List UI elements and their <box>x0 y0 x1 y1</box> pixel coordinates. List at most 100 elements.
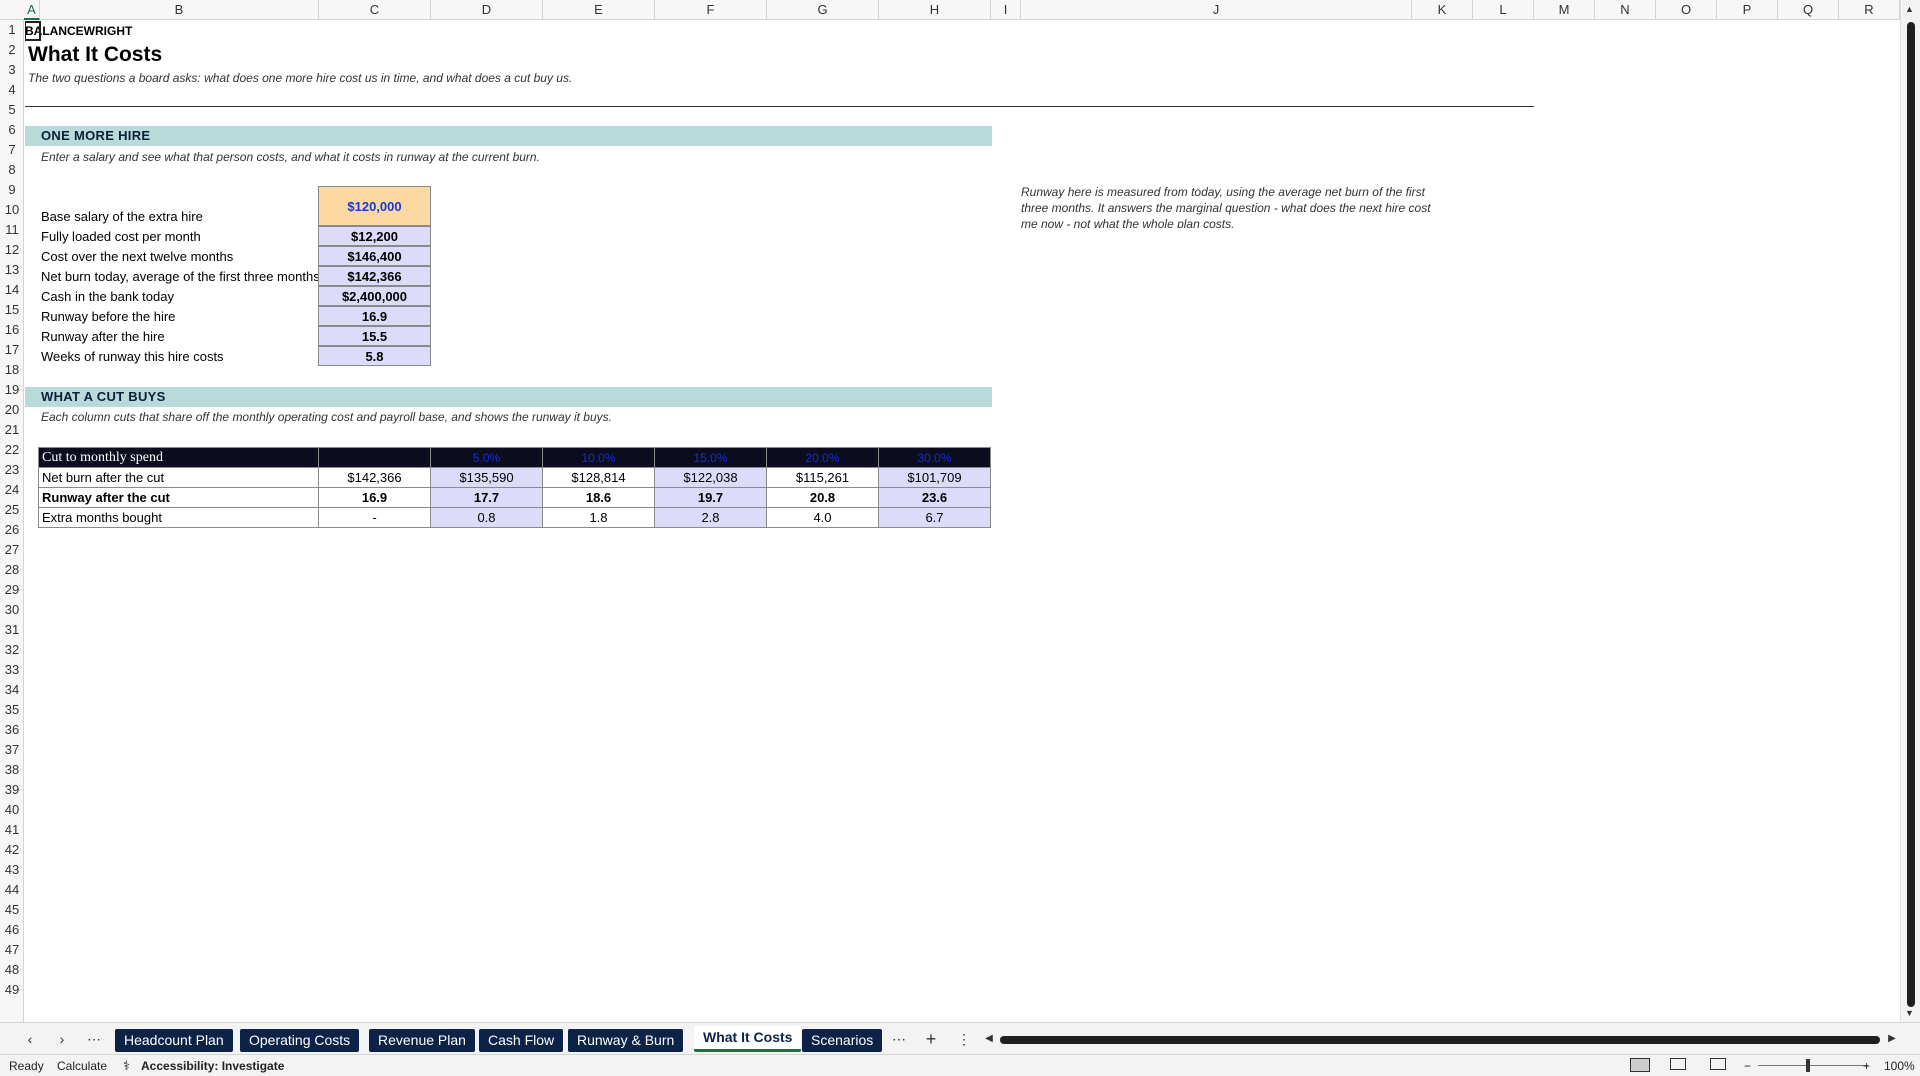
cut-header-base[interactable] <box>318 447 431 468</box>
row-header[interactable]: 23 <box>0 460 23 480</box>
column-header[interactable]: M <box>1534 0 1595 20</box>
horizontal-scroll-thumb[interactable] <box>1000 1036 1880 1044</box>
status-calculate[interactable]: Calculate <box>57 1058 107 1074</box>
row-header[interactable]: 5 <box>0 100 23 120</box>
cut-base[interactable]: - <box>318 507 431 528</box>
zoom-level[interactable]: 100% <box>1884 1058 1915 1074</box>
scroll-down-icon[interactable]: ▼ <box>1905 1008 1914 1018</box>
column-header[interactable]: J <box>1021 0 1412 20</box>
tab-operating-costs[interactable]: Operating Costs <box>240 1029 360 1052</box>
cut-value[interactable]: 4.0 <box>766 507 879 528</box>
row-header[interactable]: 29 <box>0 580 23 600</box>
page-break-icon[interactable] <box>1710 1058 1726 1070</box>
all-sheets-icon[interactable]: ⋯ <box>889 1029 909 1049</box>
row-header[interactable]: 41 <box>0 820 23 840</box>
column-header[interactable]: C <box>319 0 431 20</box>
column-header[interactable]: I <box>991 0 1021 20</box>
hire-value[interactable]: 15.5 <box>318 326 431 346</box>
row-header[interactable]: 22 <box>0 440 23 460</box>
cut-value[interactable]: $122,038 <box>654 467 767 488</box>
row-header[interactable]: 20 <box>0 400 23 420</box>
horizontal-scrollbar[interactable] <box>1000 1036 1880 1044</box>
column-header[interactable]: E <box>543 0 655 20</box>
row-header[interactable]: 8 <box>0 160 23 180</box>
row-header[interactable]: 38 <box>0 760 23 780</box>
cut-value[interactable]: $135,590 <box>430 467 543 488</box>
normal-view-icon[interactable] <box>1630 1058 1650 1072</box>
row-header[interactable]: 2 <box>0 40 23 60</box>
row-header[interactable]: 24 <box>0 480 23 500</box>
row-header[interactable]: 48 <box>0 960 23 980</box>
zoom-in-icon[interactable]: + <box>1863 1058 1870 1074</box>
row-header[interactable]: 27 <box>0 540 23 560</box>
column-header[interactable]: F <box>655 0 767 20</box>
row-header[interactable]: 49 <box>0 980 23 1000</box>
cut-base[interactable]: $142,366 <box>318 467 431 488</box>
row-header[interactable]: 12 <box>0 240 23 260</box>
row-header[interactable]: 43 <box>0 860 23 880</box>
row-header[interactable]: 26 <box>0 520 23 540</box>
cut-value[interactable]: 18.6 <box>542 487 655 508</box>
column-header[interactable]: K <box>1412 0 1473 20</box>
tab-scenarios[interactable]: Scenarios <box>802 1029 883 1052</box>
accessibility-status[interactable]: Accessibility: Investigate <box>141 1058 284 1074</box>
vertical-scroll-thumb[interactable] <box>1907 22 1915 1007</box>
row-header[interactable]: 30 <box>0 600 23 620</box>
cut-value[interactable]: $101,709 <box>878 467 991 488</box>
row-header[interactable]: 46 <box>0 920 23 940</box>
column-header[interactable]: O <box>1656 0 1717 20</box>
cut-pct[interactable]: 30.0% <box>878 447 991 468</box>
column-header[interactable]: Q <box>1778 0 1839 20</box>
cut-value[interactable]: $115,261 <box>766 467 879 488</box>
tab-cash-flow[interactable]: Cash Flow <box>479 1029 564 1052</box>
row-header[interactable]: 47 <box>0 940 23 960</box>
row-header[interactable]: 34 <box>0 680 23 700</box>
row-header[interactable]: 7 <box>0 140 23 160</box>
column-header[interactable]: L <box>1473 0 1534 20</box>
column-header[interactable]: N <box>1595 0 1656 20</box>
tab-what-it-costs[interactable]: What It Costs <box>694 1026 802 1052</box>
row-header[interactable]: 44 <box>0 880 23 900</box>
salary-input-cell[interactable]: $120,000 <box>318 186 431 226</box>
column-header[interactable]: B <box>40 0 319 20</box>
row-header[interactable]: 16 <box>0 320 23 340</box>
cut-pct[interactable]: 20.0% <box>766 447 879 468</box>
cut-value[interactable]: 20.8 <box>766 487 879 508</box>
row-header[interactable]: 36 <box>0 720 23 740</box>
tab-revenue-plan[interactable]: Revenue Plan <box>369 1029 475 1052</box>
row-header[interactable]: 13 <box>0 260 23 280</box>
row-header[interactable]: 19 <box>0 380 23 400</box>
cut-value[interactable]: 17.7 <box>430 487 543 508</box>
row-header[interactable]: 28 <box>0 560 23 580</box>
scroll-up-icon[interactable]: ▲ <box>1905 4 1914 14</box>
row-header[interactable]: 18 <box>0 360 23 380</box>
cut-pct[interactable]: 5.0% <box>430 447 543 468</box>
column-header[interactable]: P <box>1717 0 1778 20</box>
hire-value[interactable]: $146,400 <box>318 246 431 266</box>
row-header[interactable]: 33 <box>0 660 23 680</box>
hire-value[interactable]: 5.8 <box>318 346 431 366</box>
scroll-right-icon[interactable]: ▶ <box>1882 1029 1902 1049</box>
zoom-out-icon[interactable]: − <box>1744 1058 1751 1074</box>
column-header[interactable]: D <box>431 0 543 20</box>
column-header[interactable]: G <box>767 0 879 20</box>
next-sheet-icon[interactable]: › <box>52 1029 72 1049</box>
row-header[interactable]: 35 <box>0 700 23 720</box>
cut-value[interactable]: 2.8 <box>654 507 767 528</box>
vertical-scrollbar[interactable]: ▲ ▼ <box>1900 0 1920 1022</box>
row-header[interactable]: 4 <box>0 80 23 100</box>
row-header[interactable]: 10 <box>0 200 23 220</box>
cut-pct[interactable]: 10.0% <box>542 447 655 468</box>
column-header[interactable]: H <box>879 0 991 20</box>
cut-value[interactable]: 19.7 <box>654 487 767 508</box>
row-header[interactable]: 15 <box>0 300 23 320</box>
column-header[interactable]: R <box>1839 0 1900 20</box>
column-header[interactable]: A <box>24 0 40 20</box>
row-header[interactable]: 11 <box>0 220 23 240</box>
options-icon[interactable]: ⋮ <box>954 1029 974 1049</box>
prev-sheet-icon[interactable]: ‹ <box>20 1029 40 1049</box>
hire-value[interactable]: $2,400,000 <box>318 286 431 306</box>
tab-headcount-plan[interactable]: Headcount Plan <box>115 1029 233 1052</box>
accessibility-icon[interactable]: ⚕ <box>123 1058 130 1074</box>
row-header[interactable]: 31 <box>0 620 23 640</box>
